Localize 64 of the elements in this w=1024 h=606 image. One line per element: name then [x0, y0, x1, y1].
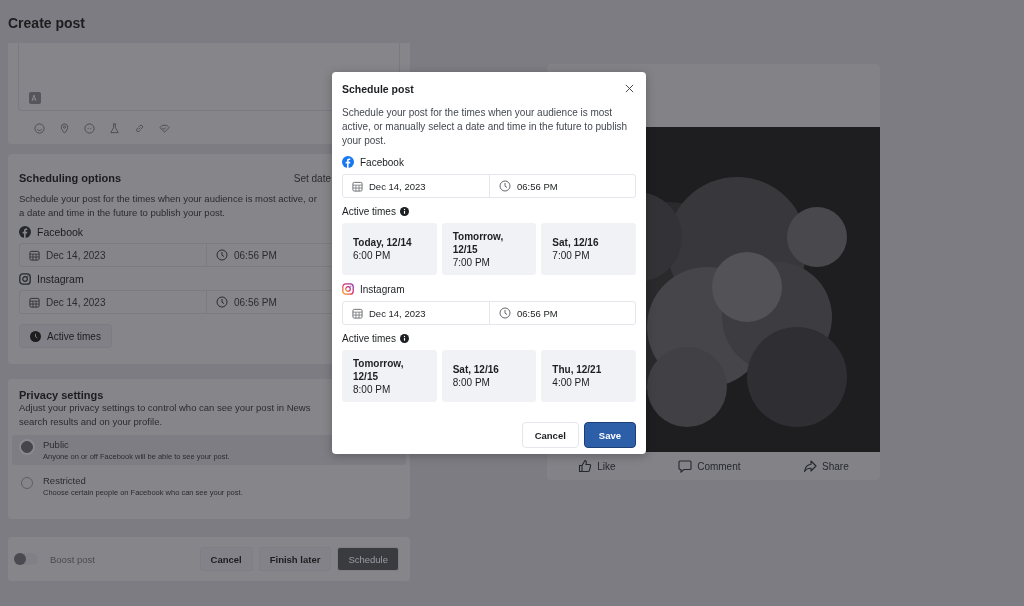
date-text: Dec 14, 2023 — [369, 180, 426, 192]
instagram-icon — [19, 273, 31, 285]
active-time-option[interactable]: Tomorrow, 12/15 7:00 PM — [441, 223, 537, 275]
active-time-option[interactable]: Today, 12/14 6:00 PM — [342, 223, 437, 275]
date-time-field[interactable]: Dec 14, 2023 06:56 PM — [342, 301, 636, 325]
flask-icon[interactable] — [109, 123, 120, 134]
section-description: Schedule your post for the times when your audience is most active, or a date and time in the future to publish your post. — [19, 192, 317, 220]
clock-icon — [499, 307, 511, 319]
clock-icon — [216, 249, 228, 261]
date-text: Dec 14, 2023 — [46, 296, 106, 308]
post-action-button[interactable]: Like — [574, 457, 620, 475]
calendar-icon — [352, 307, 363, 319]
calendar-icon — [352, 180, 363, 192]
dialog-title: Schedule post — [342, 82, 414, 95]
close-button[interactable] — [623, 82, 636, 95]
instagram-icon — [342, 283, 354, 295]
thumbs-up-icon — [578, 459, 593, 473]
calendar-icon — [29, 296, 40, 308]
platform-label: Facebook — [360, 156, 404, 168]
footer-button[interactable]: Finish later — [258, 547, 332, 571]
post-action-button[interactable]: Share — [799, 457, 853, 475]
section-title: Scheduling options — [19, 172, 123, 184]
text-format-icon[interactable] — [29, 92, 41, 104]
dialog-button[interactable]: Save — [583, 422, 636, 448]
date-text: Dec 14, 2023 — [46, 249, 106, 261]
time-text: 06:56 PM — [517, 307, 558, 319]
footer-button[interactable]: Cancel — [199, 547, 253, 571]
location-pin-icon[interactable] — [59, 123, 70, 134]
dialog-description: Schedule your post for the times when your audience is most active, or manually select a date and time in the future to publish your post. — [342, 106, 629, 148]
time-text: 06:56 PM — [234, 296, 277, 308]
set-date-link[interactable]: Set date — [293, 172, 331, 184]
platform-label: Instagram — [37, 273, 84, 285]
info-icon[interactable] — [399, 207, 409, 216]
dialog-button[interactable]: Cancel — [521, 422, 579, 448]
section-description: Adjust your privacy settings to control who can see your post in News search results and on your profile. — [19, 401, 311, 429]
calendar-icon — [29, 249, 40, 261]
close-icon — [625, 84, 634, 93]
active-times-label: Active times — [342, 206, 396, 217]
active-times-label: Active times — [342, 333, 396, 344]
speech-bubble-icon — [678, 459, 693, 473]
active-time-option[interactable]: Tomorrow, 12/15 8:00 PM — [342, 350, 437, 402]
active-times-button[interactable]: Active times — [19, 324, 112, 348]
link-icon[interactable] — [134, 123, 145, 134]
platform-label: Facebook — [37, 226, 84, 238]
info-icon[interactable] — [399, 334, 409, 343]
page-title: Create post — [8, 15, 87, 33]
facebook-icon — [19, 226, 31, 238]
post-action-button[interactable]: Comment — [674, 457, 745, 475]
time-text: 06:56 PM — [234, 249, 277, 261]
date-time-field[interactable]: Dec 14, 2023 06:56 PM — [342, 174, 636, 198]
emoji-icon[interactable] — [34, 123, 45, 134]
clock-icon — [30, 330, 41, 342]
clock-icon — [499, 180, 511, 192]
time-text: 06:56 PM — [517, 180, 558, 192]
option-label: Public — [43, 439, 70, 450]
radio-button[interactable] — [21, 441, 33, 453]
share-arrow-icon — [803, 459, 818, 473]
facebook-icon — [342, 156, 354, 168]
clock-icon — [216, 296, 228, 308]
option-label: Restricted — [43, 475, 87, 486]
boost-toggle[interactable] — [14, 553, 38, 565]
active-time-option[interactable]: Sat, 12/16 7:00 PM — [541, 223, 636, 275]
active-time-option[interactable]: Thu, 12/21 4:00 PM — [541, 350, 636, 402]
active-time-option[interactable]: Sat, 12/16 8:00 PM — [441, 350, 537, 402]
